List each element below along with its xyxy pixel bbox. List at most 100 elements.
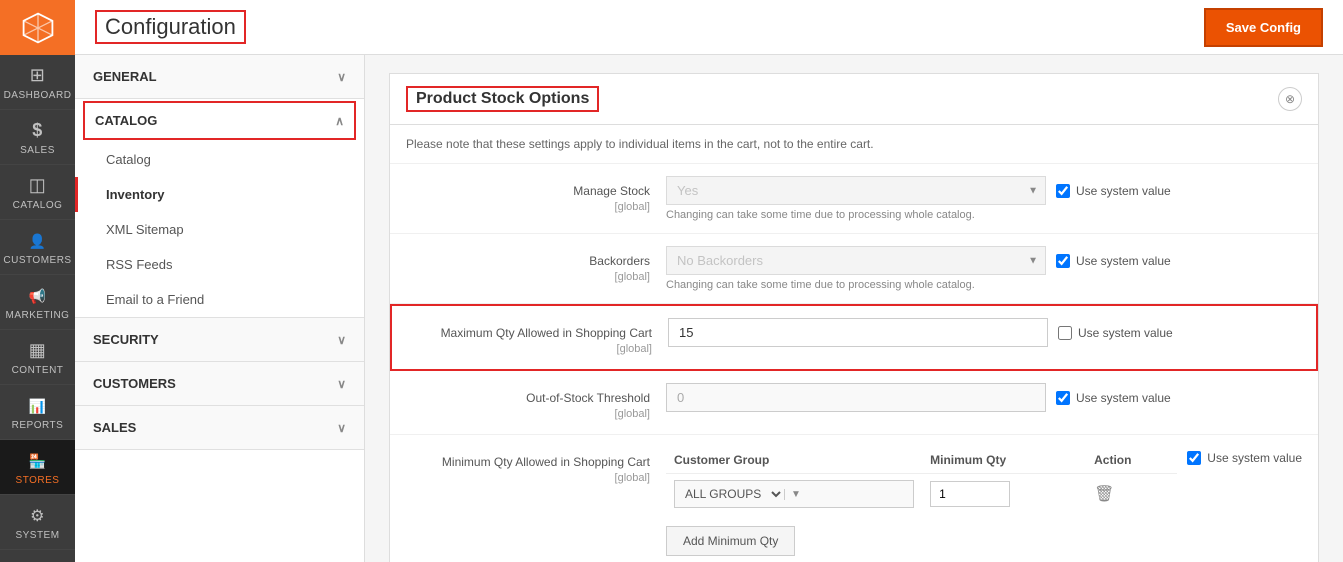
min-qty-system-value-checkbox[interactable]	[1187, 451, 1201, 465]
product-stock-section: Product Stock Options ⊗ Please note that…	[389, 73, 1319, 562]
form-row-max-qty: Maximum Qty Allowed in Shopping Cart [gl…	[390, 304, 1318, 371]
out-of-stock-input[interactable]	[666, 383, 1046, 412]
section-note: Please note that these settings apply to…	[390, 125, 1318, 164]
max-qty-label: Maximum Qty Allowed in Shopping Cart [gl…	[408, 318, 668, 357]
max-qty-row: Use system value	[668, 318, 1300, 347]
out-of-stock-label: Out-of-Stock Threshold [global]	[406, 383, 666, 422]
sidebar-item-marketing[interactable]: MARKETING	[0, 275, 75, 330]
manage-stock-label: Manage Stock [global]	[406, 176, 666, 215]
menu-section-catalog: CATALOG ∧ Catalog Inventory XML Sitemap …	[75, 101, 364, 318]
min-qty-label: Minimum Qty Allowed in Shopping Cart [gl…	[406, 447, 666, 486]
backorders-system-value-checkbox[interactable]	[1056, 254, 1070, 268]
menu-section-header-general[interactable]: GENERAL ∨	[75, 55, 364, 98]
col-action: Action	[1086, 447, 1177, 474]
backorders-control: No Backorders Use system value Changing …	[666, 246, 1302, 291]
top-header: Configuration Save Config	[75, 0, 1343, 55]
logo	[0, 0, 75, 55]
sidebar-item-reports[interactable]: REPORTS	[0, 385, 75, 440]
menu-section-label-catalog: CATALOG	[95, 113, 157, 128]
action-cell: 🗑	[1086, 474, 1177, 515]
menu-item-inventory[interactable]: Inventory	[75, 177, 364, 212]
section-header: Product Stock Options ⊗	[390, 74, 1318, 125]
chevron-down-icon-customers: ∨	[337, 377, 346, 391]
chevron-down-icon: ∨	[337, 70, 346, 84]
menu-item-catalog[interactable]: Catalog	[75, 142, 364, 177]
menu-section-header-sales[interactable]: SALES ∨	[75, 406, 364, 449]
save-config-button[interactable]: Save Config	[1204, 8, 1323, 47]
sidebar-label-reports: REPORTS	[12, 420, 64, 431]
out-of-stock-row: Use system value	[666, 383, 1302, 412]
menu-item-rss-feeds[interactable]: RSS Feeds	[75, 247, 364, 282]
sidebar: DASHBOARD SALES CATALOG CUSTOMERS MARKET…	[0, 0, 75, 562]
content-area: GENERAL ∨ CATALOG ∧ Catalog Inventory	[75, 55, 1343, 562]
max-qty-control: Use system value	[668, 318, 1300, 347]
system-icon	[30, 505, 45, 526]
dashboard-icon	[30, 65, 46, 86]
sidebar-item-stores[interactable]: STORES	[0, 440, 75, 495]
min-qty-row: Customer Group Minimum Qty Action	[666, 447, 1302, 556]
sidebar-item-dashboard[interactable]: DASHBOARD	[0, 55, 75, 110]
sidebar-item-content[interactable]: CONTENT	[0, 330, 75, 385]
menu-item-email-friend[interactable]: Email to a Friend	[75, 282, 364, 317]
customer-group-cell: ALL GROUPS ▼	[666, 474, 922, 515]
section-title: Product Stock Options	[406, 86, 599, 112]
table-row: ALL GROUPS ▼	[666, 474, 1177, 515]
menu-section-header-security[interactable]: SECURITY ∨	[75, 318, 364, 361]
menu-section-customers: CUSTOMERS ∨	[75, 362, 364, 406]
menu-section-label-security: SECURITY	[93, 332, 159, 347]
sidebar-label-stores: STORES	[16, 475, 60, 486]
group-select-arrow-icon: ▼	[784, 489, 807, 500]
manage-stock-select[interactable]: Yes	[666, 176, 1046, 205]
min-qty-table-area: Customer Group Minimum Qty Action	[666, 447, 1177, 556]
customer-group-select[interactable]: ALL GROUPS	[675, 481, 784, 507]
menu-section-sales: SALES ∨	[75, 406, 364, 450]
left-menu: GENERAL ∨ CATALOG ∧ Catalog Inventory	[75, 55, 365, 562]
add-min-qty-button[interactable]: Add Minimum Qty	[666, 526, 795, 556]
customer-group-select-wrapper: ALL GROUPS ▼	[674, 480, 914, 508]
sidebar-label-sales: SALES	[20, 145, 55, 156]
backorders-row: No Backorders Use system value	[666, 246, 1302, 275]
sidebar-label-dashboard: DASHBOARD	[4, 90, 72, 101]
manage-stock-system-value-label[interactable]: Use system value	[1056, 184, 1171, 198]
sidebar-label-content: CONTENT	[12, 365, 64, 376]
col-minimum-qty: Minimum Qty	[922, 447, 1086, 474]
manage-stock-system-value-checkbox[interactable]	[1056, 184, 1070, 198]
form-row-manage-stock: Manage Stock [global] Yes	[390, 164, 1318, 234]
manage-stock-hint: Changing can take some time due to proce…	[666, 209, 1302, 221]
customers-icon	[29, 230, 47, 251]
reports-icon	[29, 395, 47, 416]
out-of-stock-system-value-label[interactable]: Use system value	[1056, 391, 1171, 405]
main-area: Configuration Save Config GENERAL ∨ CATA…	[75, 0, 1343, 562]
form-row-min-qty: Minimum Qty Allowed in Shopping Cart [gl…	[390, 435, 1318, 562]
sidebar-label-customers: CUSTOMERS	[3, 255, 71, 266]
collapse-button[interactable]: ⊗	[1278, 87, 1302, 111]
backorders-select-wrapper: No Backorders	[666, 246, 1046, 275]
chevron-down-icon-security: ∨	[337, 333, 346, 347]
min-qty-value-input[interactable]	[930, 481, 1010, 507]
max-qty-system-value-label[interactable]: Use system value	[1058, 326, 1173, 340]
right-panel: Product Stock Options ⊗ Please note that…	[365, 55, 1343, 562]
page-title: Configuration	[95, 10, 246, 44]
menu-section-general: GENERAL ∨	[75, 55, 364, 99]
form-row-backorders: Backorders [global] No Backorders	[390, 234, 1318, 304]
out-of-stock-control: Use system value	[666, 383, 1302, 412]
menu-item-xml-sitemap[interactable]: XML Sitemap	[75, 212, 364, 247]
menu-section-header-customers[interactable]: CUSTOMERS ∨	[75, 362, 364, 405]
max-qty-input[interactable]	[668, 318, 1048, 347]
out-of-stock-system-value-checkbox[interactable]	[1056, 391, 1070, 405]
min-qty-system-value-label[interactable]: Use system value	[1187, 447, 1302, 465]
max-qty-system-value-checkbox[interactable]	[1058, 326, 1072, 340]
delete-row-button[interactable]: 🗑	[1094, 484, 1114, 504]
backorders-select[interactable]: No Backorders	[666, 246, 1046, 275]
sidebar-label-marketing: MARKETING	[6, 310, 70, 321]
sidebar-item-sales[interactable]: SALES	[0, 110, 75, 165]
sidebar-label-catalog: CATALOG	[13, 200, 63, 211]
min-qty-table: Customer Group Minimum Qty Action	[666, 447, 1177, 514]
sidebar-item-catalog[interactable]: CATALOG	[0, 165, 75, 220]
chevron-up-icon: ∧	[335, 114, 344, 128]
sidebar-item-system[interactable]: SYSTEM	[0, 495, 75, 550]
sidebar-item-customers[interactable]: CUSTOMERS	[0, 220, 75, 275]
chevron-down-icon-sales: ∨	[337, 421, 346, 435]
menu-section-header-catalog[interactable]: CATALOG ∧	[83, 101, 356, 140]
backorders-system-value-label[interactable]: Use system value	[1056, 254, 1171, 268]
